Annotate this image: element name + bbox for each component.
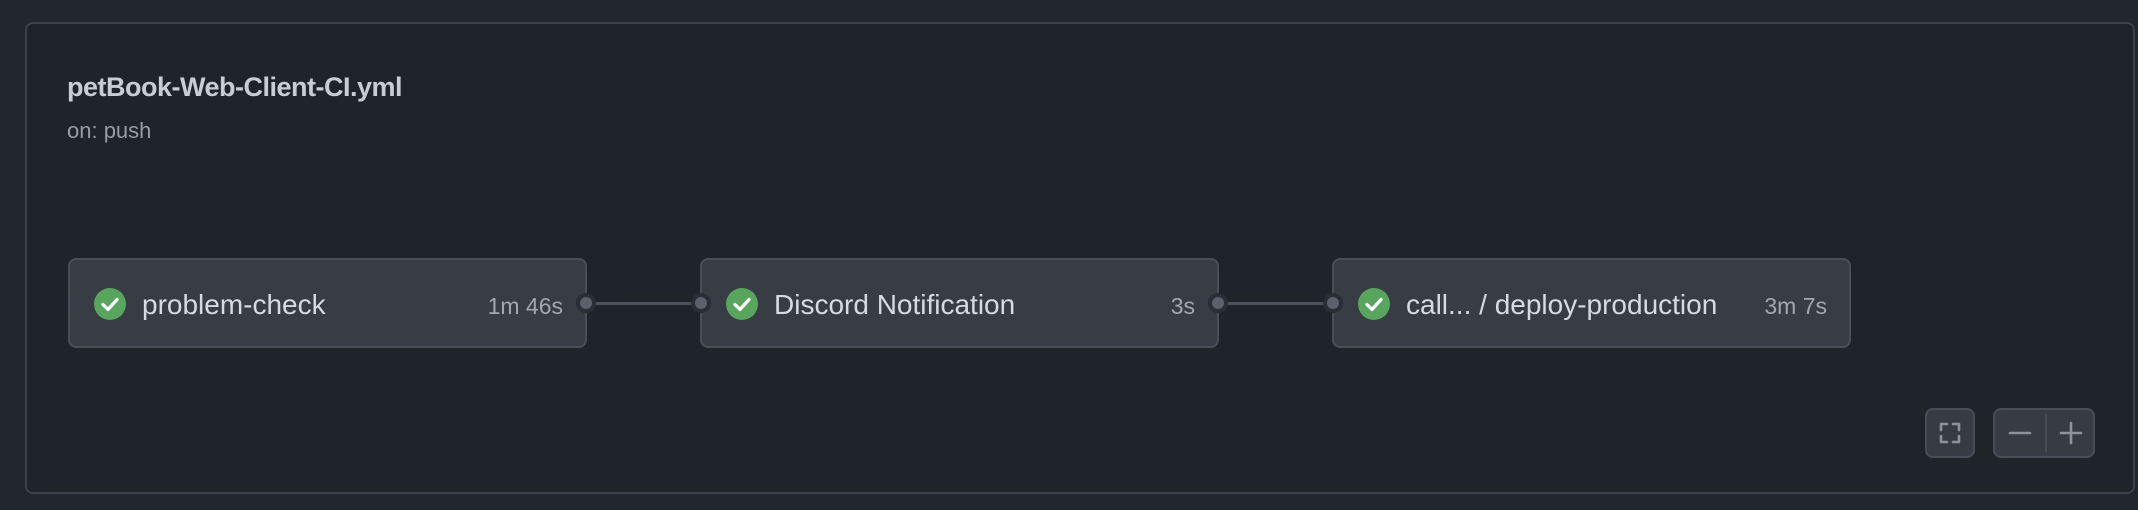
plus-icon	[2059, 421, 2083, 445]
workflow-trigger: on: push	[67, 118, 152, 143]
job-name: call... / deploy-production	[1406, 289, 1718, 320]
fullscreen-button[interactable]	[1925, 408, 1975, 458]
job-connector	[587, 302, 699, 305]
job-card-deploy-production[interactable]: call... / deploy-production 3m 7s	[1323, 258, 1851, 348]
job-connector	[1218, 302, 1330, 305]
success-check-icon	[1358, 288, 1390, 320]
job-duration: 1m 46s	[487, 293, 563, 319]
job-name: Discord Notification	[774, 289, 1016, 320]
workflow-graph-panel: petBook-Web-Client-CI.yml on: push probl…	[25, 22, 2135, 494]
connector-dot	[1323, 293, 1343, 313]
zoom-in-button[interactable]	[2047, 410, 2095, 456]
job-duration: 3m 7s	[1764, 293, 1827, 319]
job-name: problem-check	[142, 289, 326, 320]
success-check-icon	[94, 288, 126, 320]
connector-dot	[576, 293, 596, 313]
job-card-problem-check[interactable]: problem-check 1m 46s	[68, 258, 596, 348]
fullscreen-icon	[1939, 422, 1961, 444]
zoom-out-button[interactable]	[1995, 410, 2045, 456]
workflow-title[interactable]: petBook-Web-Client-CI.yml	[67, 72, 403, 103]
minus-icon	[2008, 431, 2032, 435]
success-check-icon	[726, 288, 758, 320]
connector-dot	[691, 293, 711, 313]
connector-dot	[1208, 293, 1228, 313]
job-duration: 3s	[1170, 293, 1195, 319]
job-card-discord-notification[interactable]: Discord Notification 3s	[691, 258, 1228, 348]
zoom-controls	[1993, 408, 2095, 458]
